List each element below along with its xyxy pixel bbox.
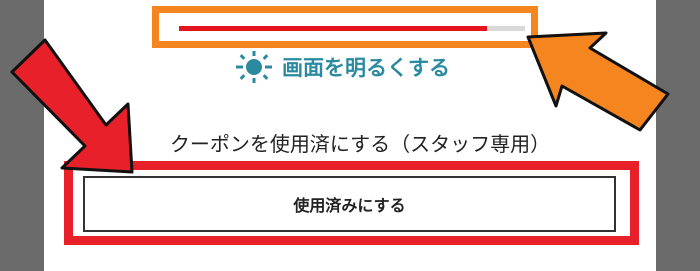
arrow-up-left-icon	[526, 31, 670, 132]
